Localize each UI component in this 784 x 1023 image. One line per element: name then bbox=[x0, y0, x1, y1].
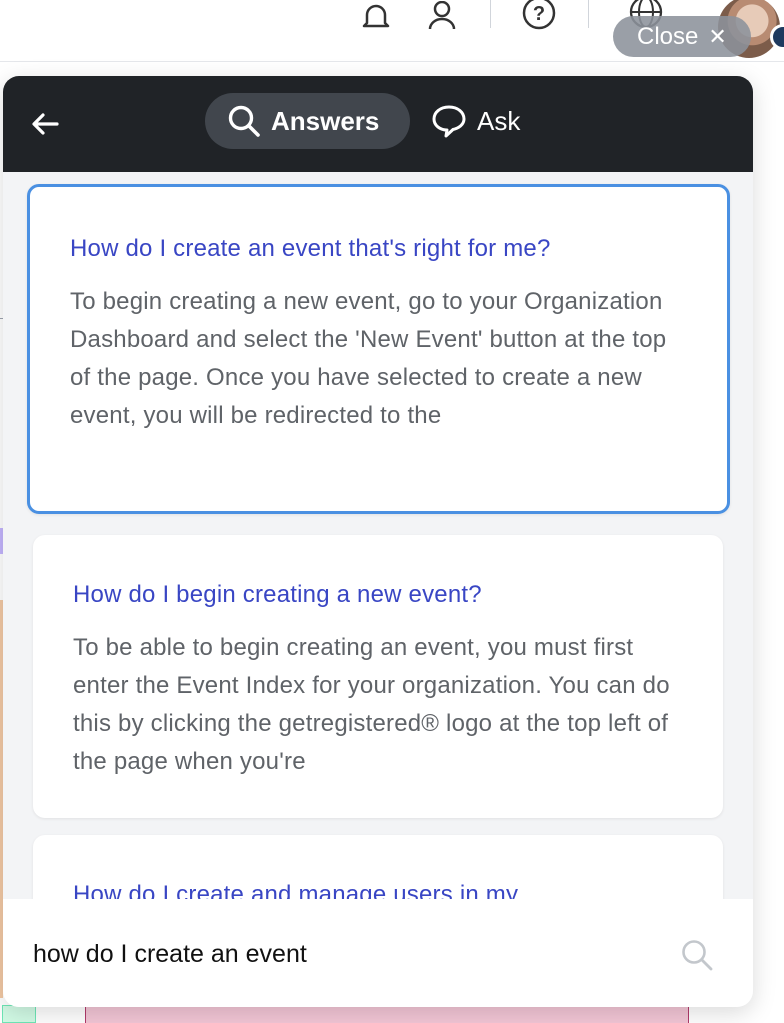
result-title[interactable]: How do I create an event that's right fo… bbox=[70, 235, 551, 263]
tab-answers[interactable]: Answers bbox=[205, 93, 410, 149]
widget-header: Answers Ask bbox=[3, 76, 753, 172]
page: ? Answers Ask How do I create an event t… bbox=[0, 0, 784, 1023]
tab-answers-label: Answers bbox=[271, 105, 380, 136]
results-list: How do I create an event that's right fo… bbox=[3, 172, 753, 902]
arrow-left-icon bbox=[32, 113, 59, 135]
help-icon[interactable]: ? bbox=[521, 0, 557, 36]
background-block bbox=[2, 1005, 36, 1023]
toolbar-divider bbox=[588, 0, 589, 28]
search-button[interactable] bbox=[679, 937, 715, 973]
close-label: Close bbox=[637, 22, 699, 50]
result-excerpt: To begin creating a new event, go to you… bbox=[70, 288, 667, 429]
help-widget-panel: Answers Ask How do I create an event tha… bbox=[3, 76, 753, 1007]
close-icon: ✕ bbox=[708, 23, 727, 49]
search-bar bbox=[3, 899, 753, 1007]
result-excerpt: To be able to begin creating an event, y… bbox=[73, 634, 670, 775]
user-icon[interactable] bbox=[424, 0, 460, 36]
bell-icon[interactable] bbox=[358, 0, 394, 36]
tab-ask[interactable]: Ask bbox=[431, 93, 541, 149]
result-title[interactable]: How do I begin creating a new event? bbox=[73, 581, 482, 609]
close-button[interactable]: Close ✕ bbox=[613, 16, 751, 57]
tab-ask-label: Ask bbox=[477, 105, 521, 136]
result-card[interactable]: How do I begin creating a new event? To … bbox=[33, 535, 723, 818]
search-icon bbox=[228, 105, 260, 137]
background-block bbox=[85, 1005, 689, 1023]
result-card[interactable]: How do I create an event that's right fo… bbox=[27, 184, 730, 514]
chat-bubble-icon bbox=[432, 105, 466, 138]
toolbar-divider bbox=[490, 0, 491, 28]
svg-text:?: ? bbox=[533, 3, 545, 25]
result-card[interactable]: How do I create and manage users in my bbox=[33, 835, 723, 902]
search-icon bbox=[682, 940, 713, 971]
search-input[interactable] bbox=[33, 934, 653, 974]
back-button[interactable] bbox=[27, 106, 63, 142]
